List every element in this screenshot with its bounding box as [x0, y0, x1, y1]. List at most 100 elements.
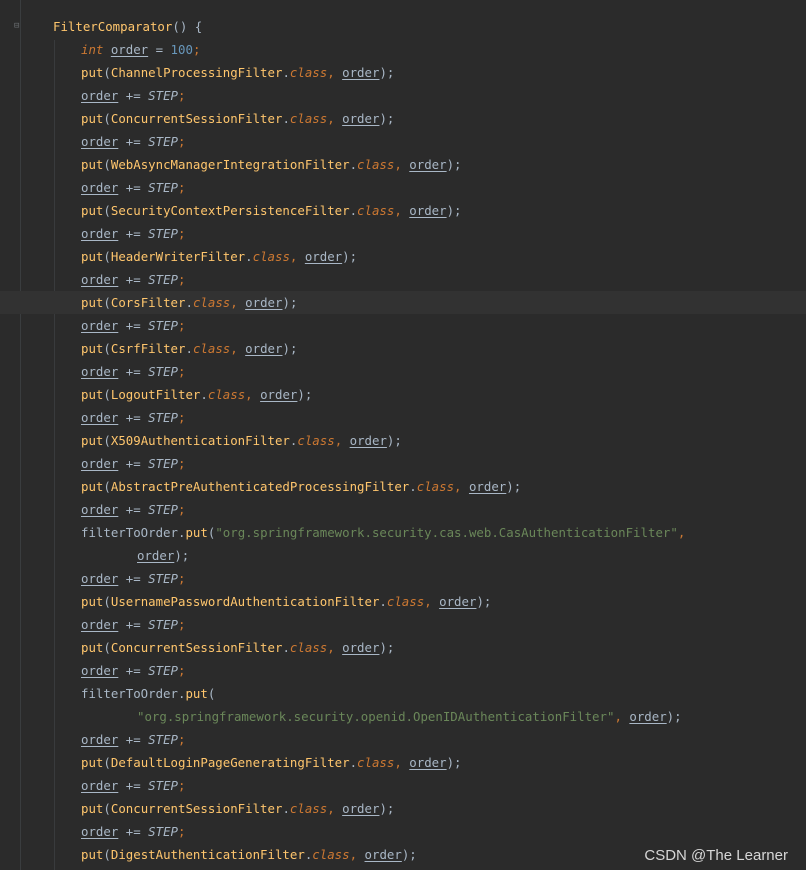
code-line[interactable]: put(ConcurrentSessionFilter.class, order…	[0, 797, 806, 820]
code-token: STEP	[148, 272, 178, 287]
code-token: order	[245, 341, 283, 356]
code-line[interactable]: order += STEP;	[0, 268, 806, 291]
code-token: WebAsyncManagerIntegrationFilter	[110, 157, 350, 172]
code-line[interactable]: FilterComparator() {	[0, 15, 806, 38]
code-line[interactable]: put(DefaultLoginPageGeneratingFilter.cla…	[0, 751, 806, 774]
code-line[interactable]: order += STEP;	[0, 176, 806, 199]
code-token: class	[357, 755, 395, 770]
code-token: class	[357, 157, 395, 172]
code-line[interactable]: order += STEP;	[0, 84, 806, 107]
code-line[interactable]: order += STEP;	[0, 406, 806, 429]
code-token: ;	[178, 134, 186, 149]
code-token: +=	[118, 824, 149, 839]
code-token: );	[446, 755, 462, 770]
code-token: .	[185, 295, 193, 310]
code-line[interactable]: int order = 100;	[0, 38, 806, 61]
code-token: .	[200, 387, 208, 402]
code-line-text: put(CorsFilter.class, order);	[81, 291, 297, 314]
code-token: put	[81, 387, 104, 402]
code-line[interactable]: order += STEP;	[0, 774, 806, 797]
code-line[interactable]: filterToOrder.put(	[0, 682, 806, 705]
code-token: order	[349, 433, 387, 448]
code-token: class	[386, 594, 425, 609]
code-line[interactable]: order += STEP;	[0, 452, 806, 475]
code-token: put	[81, 341, 104, 356]
code-line[interactable]: "org.springframework.security.openid.Ope…	[0, 705, 806, 728]
code-line-text: put(LogoutFilter.class, order);	[81, 383, 312, 406]
code-line[interactable]: put(UsernamePasswordAuthenticationFilter…	[0, 590, 806, 613]
code-token: ,	[349, 847, 365, 862]
code-token: (	[103, 433, 111, 448]
code-line[interactable]: put(HeaderWriterFilter.class, order);	[0, 245, 806, 268]
code-line-text: put(ConcurrentSessionFilter.class, order…	[81, 107, 394, 130]
code-line-text: put(UsernamePasswordAuthenticationFilter…	[81, 590, 491, 613]
code-token: +=	[118, 502, 149, 517]
code-token: DigestAuthenticationFilter	[110, 847, 305, 862]
code-token: ;	[178, 410, 186, 425]
code-line[interactable]: order += STEP;	[0, 360, 806, 383]
code-token: order	[81, 456, 119, 471]
code-line[interactable]: filterToOrder.put("org.springframework.s…	[0, 521, 806, 544]
code-line-text: put(SecurityContextPersistenceFilter.cla…	[81, 199, 462, 222]
code-line[interactable]: put(ChannelProcessingFilter.class, order…	[0, 61, 806, 84]
code-token: ;	[178, 364, 186, 379]
code-token: order	[137, 548, 175, 563]
code-token: order	[81, 824, 119, 839]
code-line[interactable]: put(CsrfFilter.class, order);	[0, 337, 806, 360]
code-token: .	[379, 594, 387, 609]
code-line[interactable]: order += STEP;	[0, 728, 806, 751]
code-token: ,	[327, 65, 343, 80]
code-token: .	[282, 801, 290, 816]
code-token: (	[103, 755, 111, 770]
code-token: order	[364, 847, 402, 862]
code-line[interactable]: order += STEP;	[0, 613, 806, 636]
code-line[interactable]: order += STEP;	[0, 222, 806, 245]
code-token: (	[103, 640, 111, 655]
code-line[interactable]: order += STEP;	[0, 130, 806, 153]
code-line-text: order);	[137, 544, 189, 567]
code-token: ;	[178, 502, 186, 517]
code-line[interactable]: put(ConcurrentSessionFilter.class, order…	[0, 636, 806, 659]
code-line[interactable]: put(X509AuthenticationFilter.class, orde…	[0, 429, 806, 452]
code-line[interactable]: order);	[0, 544, 806, 567]
code-token: STEP	[148, 180, 178, 195]
code-token: order	[409, 203, 447, 218]
watermark: CSDN @The Learner	[644, 847, 788, 864]
code-token: STEP	[148, 318, 178, 333]
code-line-text: order += STEP;	[81, 176, 185, 199]
code-line[interactable]: order += STEP;	[0, 659, 806, 682]
code-line[interactable]: put(SecurityContextPersistenceFilter.cla…	[0, 199, 806, 222]
code-line[interactable]: put(WebAsyncManagerIntegrationFilter.cla…	[0, 153, 806, 176]
code-editor[interactable]: ⊟ FilterComparator() {int order = 100; pu…	[0, 0, 806, 870]
code-line[interactable]: order += STEP;	[0, 314, 806, 337]
code-token: STEP	[148, 134, 178, 149]
code-line-text: put(AbstractPreAuthenticatedProcessingFi…	[81, 475, 521, 498]
code-line[interactable]: put(ConcurrentSessionFilter.class, order…	[0, 107, 806, 130]
code-token: put	[185, 686, 208, 701]
code-token: .	[282, 111, 290, 126]
code-token: .	[349, 203, 358, 218]
code-token: order	[81, 663, 119, 678]
code-token: ;	[192, 42, 201, 57]
code-token: ,	[230, 341, 246, 356]
code-line[interactable]: order += STEP;	[0, 820, 806, 843]
code-token: ;	[178, 824, 186, 839]
code-line[interactable]: put(CorsFilter.class, order);	[0, 291, 806, 314]
code-line[interactable]: put(AbstractPreAuthenticatedProcessingFi…	[0, 475, 806, 498]
code-line-text: order += STEP;	[81, 84, 185, 107]
code-line-text: int order = 100;	[81, 38, 200, 61]
code-token: class	[192, 341, 231, 356]
code-token: order	[81, 272, 119, 287]
code-line-text: put(DigestAuthenticationFilter.class, or…	[81, 843, 417, 866]
code-line[interactable]: order += STEP;	[0, 498, 806, 521]
code-line-text: order += STEP;	[81, 360, 185, 383]
code-token: +=	[118, 456, 149, 471]
code-line[interactable]: order += STEP;	[0, 567, 806, 590]
code-token: ,	[614, 709, 630, 724]
code-token: ,	[454, 479, 469, 494]
code-token: STEP	[148, 732, 178, 747]
code-token: put	[81, 801, 104, 816]
code-line-text: put(ConcurrentSessionFilter.class, order…	[81, 636, 394, 659]
code-line[interactable]: put(LogoutFilter.class, order);	[0, 383, 806, 406]
code-line-text: order += STEP;	[81, 820, 185, 843]
